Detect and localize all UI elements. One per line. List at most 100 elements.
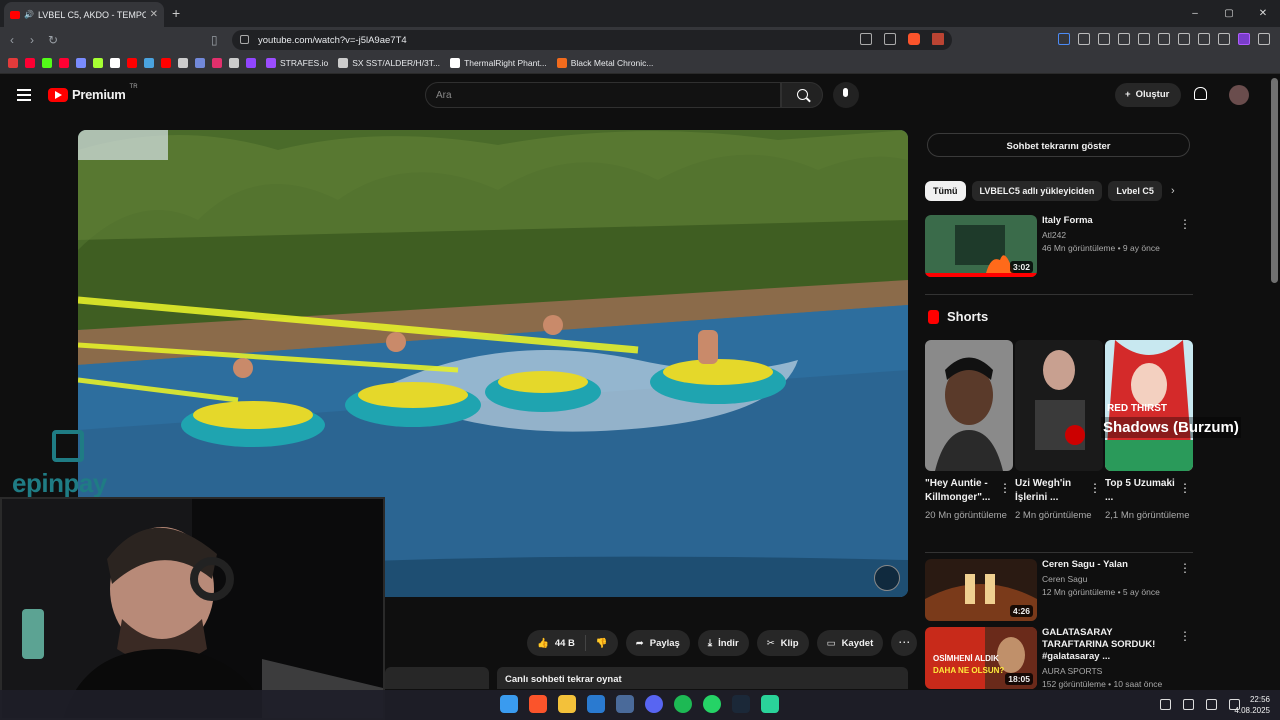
brave-rewards-icon[interactable] [932,33,944,45]
taskbar-clock[interactable]: 22:56 4.08.2025 [1234,694,1270,716]
youtube-premium-logo[interactable]: Premium TR [48,84,138,102]
close-tab-icon[interactable]: ✕ [150,9,158,20]
wallet-icon[interactable] [1178,33,1190,45]
back-arrow-icon[interactable]: ‹ [10,33,14,47]
chip-all[interactable]: Tümü [925,181,966,201]
more-actions-button[interactable]: ⋯ [891,630,918,656]
menu-icon[interactable] [1258,33,1270,45]
video-title[interactable]: Italy Forma [1042,215,1177,227]
youtube-bookmark-icon[interactable] [161,58,171,68]
bookmark-icon-14[interactable] [229,58,239,68]
brave-browser-icon[interactable] [529,695,547,713]
windows-start-icon[interactable] [500,695,518,713]
channel-name[interactable]: AURA SPORTS [1042,666,1177,676]
reading-list-icon[interactable] [1098,33,1110,45]
steam-icon[interactable] [732,695,750,713]
video-title[interactable]: GALATASARAY TARAFTARINA SORDUK! #galatas… [1042,627,1177,663]
chip-lvbel-c5[interactable]: Lvbel C5 [1108,181,1162,201]
video-thumbnail[interactable]: OSİMHENİ ALDIK DAHA NE OLSUN? 18:05 [925,627,1037,689]
video-thumbnail[interactable]: 4:26 [925,559,1037,621]
short-thumbnail[interactable] [925,340,1013,471]
bookmark-black-metal[interactable]: Black Metal Chronic... [556,58,653,68]
save-button[interactable]: ▭ Kaydet [816,630,884,656]
microphone-icon[interactable] [1183,699,1194,710]
bookmark-strafes[interactable]: STRAFES.io [266,58,328,68]
site-info-icon[interactable] [240,35,249,44]
bookmark-icon[interactable]: ▯ [211,33,218,47]
spotify-icon[interactable] [674,695,692,713]
live-chat-replay-bar[interactable]: Canlı sohbeti tekrar oynat [497,667,908,689]
voice-search-button[interactable] [833,82,859,108]
channel-name[interactable]: Ceren Sagu [1042,574,1177,584]
show-chat-replay-button[interactable]: Sohbet tekrarını göster [927,133,1190,157]
discord-taskbar-icon[interactable] [645,695,663,713]
twitch-icon[interactable] [246,58,256,68]
short-card[interactable]: Uzi Wegh'in İşlerini ... 2 Mn görüntülem… [1015,340,1103,523]
kick-icon[interactable] [42,58,52,68]
short-menu-icon[interactable]: ⋮ [1179,481,1191,495]
cast-icon[interactable] [860,33,872,45]
bookmark-icon-1[interactable] [8,58,18,68]
share-page-icon[interactable] [884,33,896,45]
clip-button[interactable]: ✂ Klip [756,630,809,656]
bookmark-icon-5[interactable] [76,58,86,68]
dislike-button[interactable]: 👎 [586,638,618,649]
network-icon[interactable] [1206,699,1217,710]
close-window-button[interactable]: ✕ [1246,0,1280,27]
bookmark-icon-9[interactable] [144,58,154,68]
extensions-icon[interactable] [1078,33,1090,45]
profile-icon[interactable] [1238,33,1250,45]
sidebar-video-card[interactable]: 3:02 Italy Forma Atl242 46 Mn görüntülem… [925,215,1195,277]
minimize-button[interactable]: – [1178,0,1212,27]
video-menu-icon[interactable]: ⋮ [1179,629,1191,643]
short-menu-icon[interactable]: ⋮ [999,481,1011,495]
video-title[interactable]: Ceren Sagu - Yalan [1042,559,1177,571]
sidebar-video-card[interactable]: 4:26 Ceren Sagu - Yalan Ceren Sagu 12 Mn… [925,559,1195,621]
tiktok-icon[interactable] [110,58,120,68]
channel-name[interactable]: Atl242 [1042,230,1177,240]
sidebar-icon[interactable] [1158,33,1170,45]
short-card[interactable]: "Hey Auntie - Killmonger"... 20 Mn görün… [925,340,1013,523]
short-thumbnail[interactable] [1015,340,1103,471]
short-menu-icon[interactable]: ⋮ [1089,481,1101,495]
create-button[interactable]: + Oluştur [1115,83,1182,107]
leo-ai-icon[interactable] [1198,33,1210,45]
avatar[interactable] [1229,85,1249,105]
search-input[interactable]: Ara [425,82,781,108]
new-tab-button[interactable]: + [172,5,180,21]
discord-icon[interactable] [195,58,205,68]
chips-next-chevron-icon[interactable]: › [1171,185,1175,197]
hamburger-menu-icon[interactable] [17,89,31,101]
translate-icon[interactable] [1058,33,1070,45]
bookmark-icon-6[interactable] [93,58,103,68]
page-scrollbar[interactable] [1271,78,1278,283]
bookmark-thermalright[interactable]: ThermalRight Phant... [450,58,547,68]
app-icon-2[interactable] [761,695,779,713]
search-button[interactable] [781,82,823,108]
downloads-icon[interactable] [1118,33,1130,45]
channel-watermark-icon[interactable] [874,565,900,591]
sidebar-video-card[interactable]: OSİMHENİ ALDIK DAHA NE OLSUN? 18:05 GALA… [925,627,1195,689]
video-menu-icon[interactable]: ⋮ [1179,217,1191,231]
notifications-bell-icon[interactable] [1194,87,1207,100]
maximize-button[interactable]: ▢ [1212,0,1246,27]
photos-icon[interactable] [587,695,605,713]
tray-overflow-icon[interactable] [1160,699,1171,710]
vpn-icon[interactable] [1218,33,1230,45]
chip-from-uploader[interactable]: LVBELC5 adlı yükleyiciden [971,181,1103,201]
reload-icon[interactable]: ↻ [48,33,58,47]
video-menu-icon[interactable]: ⋮ [1179,561,1191,575]
bookmark-icon-4[interactable] [59,58,69,68]
video-thumbnail[interactable]: 3:02 [925,215,1037,277]
forward-arrow-icon[interactable]: › [30,33,34,47]
download-button[interactable]: ⤓ İndir [697,630,749,656]
whatsapp-icon[interactable] [703,695,721,713]
bookmark-sx-sst[interactable]: SX SST/ALDER/H/3T... [338,58,440,68]
media-icon[interactable] [1138,33,1150,45]
like-button[interactable]: 👍 44 B [527,635,586,651]
bookmark-icon-2[interactable] [25,58,35,68]
url-bar[interactable]: youtube.com/watch?v=-j5lA9ae7T4 [232,30,952,50]
brave-shields-icon[interactable] [908,33,920,45]
app-icon[interactable] [616,695,634,713]
instagram-icon[interactable] [212,58,222,68]
